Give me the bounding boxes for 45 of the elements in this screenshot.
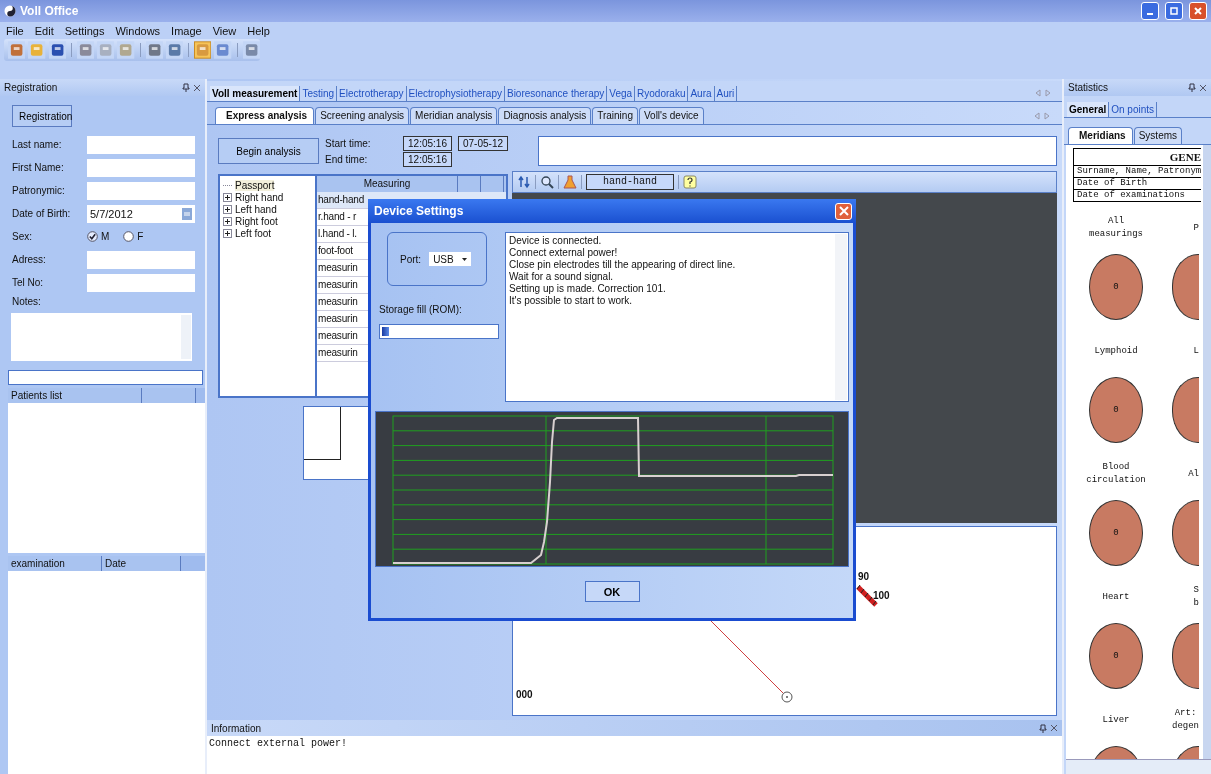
meridian-label: P: [1193, 221, 1199, 235]
table-cell: Date of Birth: [1074, 178, 1201, 190]
meridian-label: L: [1193, 344, 1199, 358]
meridian-label: Heart: [1102, 590, 1130, 604]
dialog-title: Device Settings: [374, 204, 464, 218]
panel-title: Statistics: [1068, 82, 1108, 93]
panel-title: Information: [211, 722, 262, 734]
meridian-value: 0: [1113, 282, 1119, 292]
meridian-label: Blood circulation: [1086, 461, 1146, 487]
meridian-value: 0: [1113, 528, 1119, 538]
meridian-label: Art: degen: [1172, 707, 1199, 733]
field-label: Notes:: [12, 296, 42, 307]
meridian-label: All measurings: [1089, 215, 1143, 241]
gauge-label: 000: [516, 689, 533, 700]
meridian-label: Liver: [1102, 713, 1130, 727]
field-label: Last name:: [12, 139, 63, 150]
meridian-label: S b: [1193, 584, 1199, 610]
meridian-label: Lymphoid: [1094, 344, 1138, 358]
meridian-value: 0: [1113, 651, 1119, 661]
table-cell: Surname, Name, Patronym: [1074, 166, 1201, 178]
field-label: Tel No:: [12, 277, 45, 288]
field-label: Date of Birth:: [12, 208, 72, 219]
log-line: Close pin electrodes till the appearing of direct line.: [509, 259, 737, 271]
log-line: Connect external power!: [509, 247, 619, 259]
window-title: Voll Office: [20, 4, 79, 18]
log-line: Setting up is made. Correction 101.: [509, 283, 667, 295]
meridian-value: 0: [1113, 405, 1119, 415]
table-heading: GENE: [1074, 149, 1201, 166]
meridian-label: Al: [1188, 467, 1199, 481]
field-label: Adress:: [12, 254, 47, 265]
field-label: Sex:: [12, 231, 33, 242]
gauge-label: 100: [873, 590, 890, 601]
table-cell-text: Date of examinations: [1076, 190, 1187, 201]
field-label: Port:: [400, 253, 422, 265]
field-label: Patronymic:: [12, 185, 66, 196]
log-line: Device is connected.: [509, 235, 603, 247]
field-label: First Name:: [12, 162, 65, 173]
field-label: Storage fill (ROM):: [379, 304, 463, 315]
log-text: Connect external power!: [209, 738, 348, 749]
panel-title: Registration: [4, 82, 58, 93]
field-label: End time:: [325, 154, 369, 165]
gauge-label: 90: [858, 571, 870, 582]
log-line: It's possible to start to work.: [509, 295, 634, 307]
log-line: Wait for a sound signal.: [509, 271, 615, 283]
field-label: Start time:: [325, 138, 372, 149]
